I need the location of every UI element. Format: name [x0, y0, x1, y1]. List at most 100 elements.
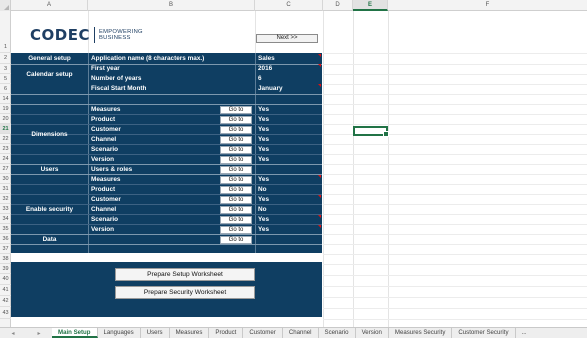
- fiscal-start-month-value[interactable]: January: [258, 85, 283, 92]
- logo-divider: [93, 27, 95, 43]
- number-of-years-value[interactable]: 6: [258, 75, 262, 82]
- row-header[interactable]: 19: [0, 104, 11, 114]
- dimension-customer-value[interactable]: Yes: [258, 126, 269, 133]
- dimension-version-value[interactable]: Yes: [258, 156, 269, 163]
- row-separator: [11, 184, 322, 185]
- tab-main-setup[interactable]: Main Setup: [52, 328, 98, 338]
- dimension-customer-label: Customer: [91, 126, 121, 133]
- dimension-product-label: Product: [91, 116, 116, 123]
- row-header[interactable]: 22: [0, 134, 11, 144]
- row-header[interactable]: 24: [0, 154, 11, 164]
- gridline: [323, 94, 587, 95]
- column-header-f[interactable]: F: [388, 0, 587, 11]
- goto-customer-button[interactable]: Go to: [220, 126, 252, 134]
- tab-product[interactable]: Product: [209, 328, 244, 338]
- tab-users[interactable]: Users: [141, 328, 170, 338]
- goto-data-button[interactable]: Go to: [220, 236, 252, 244]
- first-year-label: First year: [91, 65, 120, 72]
- security-product-value[interactable]: No: [258, 186, 267, 193]
- dimension-product-value[interactable]: Yes: [258, 116, 269, 123]
- column-header-c[interactable]: C: [255, 0, 323, 11]
- tab-scenario[interactable]: Scenario: [319, 328, 356, 338]
- dimension-channel-value[interactable]: Yes: [258, 136, 269, 143]
- select-all-corner[interactable]: [0, 0, 11, 11]
- goto-channel-security-button[interactable]: Go to: [220, 206, 252, 214]
- row-separator: [11, 224, 322, 225]
- next-button[interactable]: Next >>: [256, 34, 318, 43]
- tab-measures-security[interactable]: Measures Security: [389, 328, 453, 338]
- row-header[interactable]: 20: [0, 114, 11, 124]
- row-header[interactable]: 3: [0, 64, 11, 74]
- row-header[interactable]: 39: [0, 264, 11, 274]
- row-header[interactable]: 2: [0, 53, 11, 64]
- tab-channel[interactable]: Channel: [283, 328, 319, 338]
- column-header-d[interactable]: D: [323, 0, 353, 11]
- row-separator: [11, 144, 322, 145]
- section-separator: [11, 94, 322, 95]
- enable-security-label: Enable security: [25, 206, 74, 213]
- row-header[interactable]: 35: [0, 224, 11, 234]
- row-header[interactable]: 33: [0, 204, 11, 214]
- row-header[interactable]: 14: [0, 94, 11, 104]
- tab-customer[interactable]: Customer: [243, 328, 283, 338]
- row-header-active[interactable]: 21: [0, 124, 11, 134]
- gridline: [323, 194, 587, 195]
- tab-more-button[interactable]: ...: [516, 328, 533, 338]
- tab-languages[interactable]: Languages: [98, 328, 141, 338]
- row-header[interactable]: 42: [0, 296, 11, 307]
- goto-scenario-security-button[interactable]: Go to: [220, 216, 252, 224]
- row-header[interactable]: 31: [0, 184, 11, 194]
- security-scenario-value[interactable]: Yes: [258, 216, 269, 223]
- row-separator: [11, 114, 322, 115]
- row-header[interactable]: 40: [0, 274, 11, 285]
- first-year-value[interactable]: 2016: [258, 65, 272, 72]
- gridline: [323, 234, 587, 235]
- tab-customer-security[interactable]: Customer Security: [452, 328, 516, 338]
- goto-measures-security-button[interactable]: Go to: [220, 176, 252, 184]
- column-header-a[interactable]: A: [11, 0, 88, 11]
- column-header-b[interactable]: B: [88, 0, 255, 11]
- row-header[interactable]: 34: [0, 214, 11, 224]
- row-header[interactable]: 6: [0, 84, 11, 94]
- goto-measures-button[interactable]: Go to: [220, 106, 252, 114]
- row-header[interactable]: 5: [0, 74, 11, 84]
- row-header[interactable]: 1: [0, 11, 11, 53]
- app-name-value[interactable]: Sales: [258, 55, 275, 62]
- goto-version-button[interactable]: Go to: [220, 156, 252, 164]
- tab-scroll-left-icon[interactable]: ◂: [11, 330, 14, 337]
- row-header[interactable]: 30: [0, 174, 11, 184]
- row-header[interactable]: 27: [0, 164, 11, 174]
- prepare-setup-worksheet-button[interactable]: Prepare Setup Worksheet: [115, 268, 255, 281]
- row-header[interactable]: 41: [0, 285, 11, 296]
- gridline: [323, 297, 587, 298]
- security-customer-value[interactable]: Yes: [258, 196, 269, 203]
- dimension-scenario-value[interactable]: Yes: [258, 146, 269, 153]
- goto-scenario-button[interactable]: Go to: [220, 146, 252, 154]
- tab-version[interactable]: Version: [356, 328, 389, 338]
- row-header[interactable]: 43: [0, 307, 11, 319]
- row-header[interactable]: 38: [0, 254, 11, 264]
- gridline: [323, 244, 587, 245]
- tab-measures[interactable]: Measures: [170, 328, 210, 338]
- security-measures-value[interactable]: Yes: [258, 176, 269, 183]
- goto-product-security-button[interactable]: Go to: [220, 186, 252, 194]
- goto-customer-security-button[interactable]: Go to: [220, 196, 252, 204]
- panel-divider: [88, 53, 89, 253]
- goto-product-button[interactable]: Go to: [220, 116, 252, 124]
- row-header[interactable]: 32: [0, 194, 11, 204]
- prepare-security-worksheet-button[interactable]: Prepare Security Worksheet: [115, 286, 255, 299]
- row-separator: [11, 124, 322, 125]
- goto-version-security-button[interactable]: Go to: [220, 226, 252, 234]
- column-header-e[interactable]: E: [353, 0, 388, 11]
- security-version-value[interactable]: Yes: [258, 226, 269, 233]
- active-cell-selection[interactable]: [353, 126, 389, 137]
- goto-users-button[interactable]: Go to: [220, 166, 252, 174]
- dimension-measures-value[interactable]: Yes: [258, 106, 269, 113]
- tab-scroll-right-icon[interactable]: ▸: [37, 330, 40, 337]
- row-header[interactable]: 36: [0, 234, 11, 244]
- gridline: [323, 114, 587, 115]
- security-channel-value[interactable]: No: [258, 206, 267, 213]
- row-header[interactable]: 37: [0, 244, 11, 254]
- row-header[interactable]: 23: [0, 144, 11, 154]
- goto-channel-button[interactable]: Go to: [220, 136, 252, 144]
